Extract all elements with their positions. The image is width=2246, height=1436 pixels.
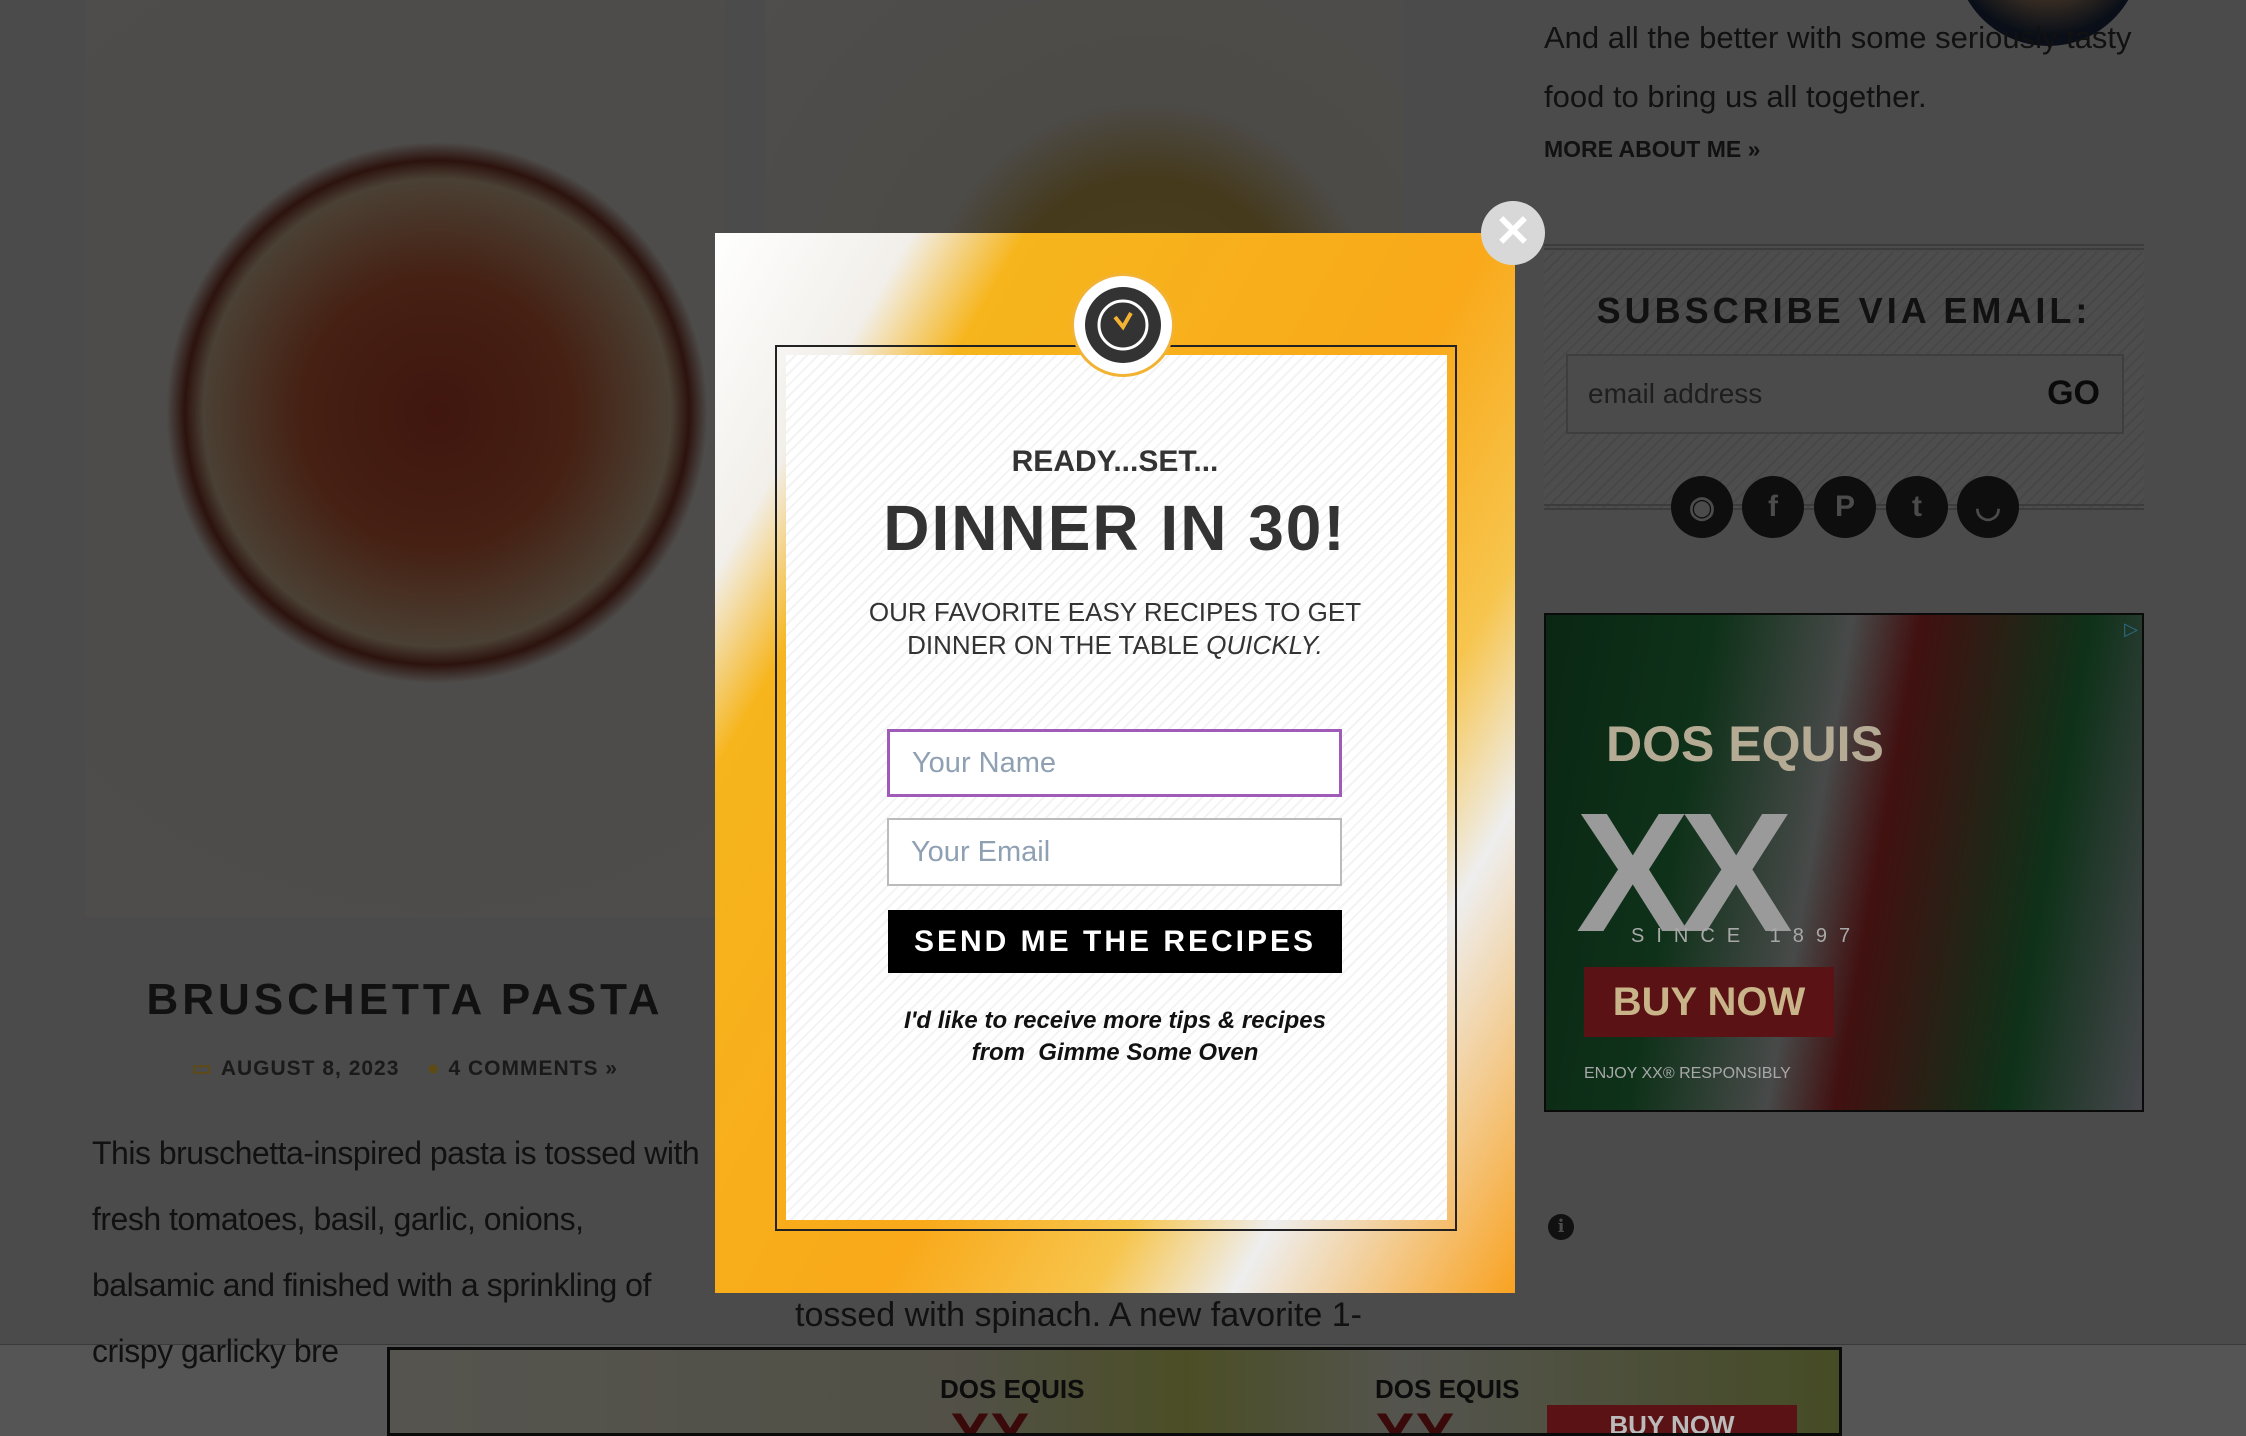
post-meta: ▭ AUGUST 8, 2023 ● 4 COMMENTS »	[85, 1056, 725, 1081]
signup-modal: READY...SET... DINNER IN 30! OUR FAVORIT…	[715, 233, 1515, 1293]
divider	[1544, 244, 2144, 250]
ad-since: SINCE 1897	[1631, 925, 1863, 947]
post-date: AUGUST 8, 2023	[220, 1057, 400, 1080]
post-excerpt-2: tossed with spinach. A new favorite 1-	[795, 1296, 1362, 1334]
subscribe-email-input[interactable]	[1568, 356, 1988, 432]
facebook-icon[interactable]: f	[1742, 476, 1804, 538]
banner-logo: XX	[1375, 1401, 1456, 1436]
banner-logo: XX	[950, 1401, 1031, 1436]
calendar-icon: ▭	[192, 1057, 213, 1080]
clock-icon	[1071, 273, 1175, 377]
send-recipes-button[interactable]: SEND ME THE RECIPES	[888, 910, 1342, 973]
subtitle-line: DINNER ON THE TABLE	[907, 630, 1207, 660]
name-input[interactable]	[887, 729, 1342, 797]
more-about-me-link[interactable]: MORE ABOUT ME »	[1544, 136, 1760, 163]
ad-buy-now-button[interactable]: BUY NOW	[1584, 967, 1834, 1037]
comment-icon: ●	[426, 1057, 441, 1080]
twitter-icon[interactable]: t	[1886, 476, 1948, 538]
subscribe-form: GO	[1566, 354, 2124, 434]
subtitle-emphasis: QUICKLY.	[1206, 630, 1323, 660]
consent-line: I'd like to receive more tips & recipes	[904, 1007, 1326, 1034]
modal-subtitle: OUR FAVORITE EASY RECIPES TO GET DINNER …	[715, 596, 1515, 662]
ad-brand: DOS EQUIS	[1606, 716, 1884, 772]
recipe-image-bruschetta-pasta[interactable]	[85, 0, 725, 917]
banner-buy-now-button[interactable]: BUY NOW	[1547, 1405, 1797, 1433]
post-title[interactable]: BRUSCHETTA PASTA	[85, 975, 725, 1025]
subtitle-line: OUR FAVORITE EASY RECIPES TO GET	[868, 597, 1362, 627]
ad-disclaimer: ENJOY XX® RESPONSIBLY	[1584, 1065, 1791, 1082]
post-excerpt: This bruschetta-inspired pasta is tossed…	[92, 1135, 700, 1369]
instagram-icon[interactable]: ◡	[1957, 476, 2019, 538]
subscribe-title: SUBSCRIBE VIA EMAIL:	[1596, 290, 2092, 331]
pinterest-icon[interactable]: P	[1814, 476, 1876, 538]
go-button[interactable]: GO	[2047, 374, 2100, 413]
consent-line: from Gimme Some Oven	[971, 1039, 1259, 1066]
comments-link[interactable]: 4 COMMENTS »	[448, 1057, 618, 1080]
adchoices-icon[interactable]: ▷	[2124, 619, 2138, 640]
modal-title: DINNER IN 30!	[883, 492, 1347, 564]
sidebar-ad[interactable]: DOS EQUIS XX SINCE 1897 BUY NOW ENJOY XX…	[1544, 613, 2144, 1112]
close-modal-button[interactable]: ✕	[1481, 201, 1545, 265]
info-icon[interactable]: i	[1548, 1214, 1574, 1240]
rss-icon[interactable]: ◉	[1671, 476, 1733, 538]
consent-text: I'd like to receive more tips & recipes …	[715, 1005, 1515, 1069]
email-input[interactable]	[887, 818, 1342, 886]
modal-pretitle: READY...SET...	[1011, 445, 1219, 478]
about-text: And all the better with some seriously t…	[1544, 20, 2132, 114]
